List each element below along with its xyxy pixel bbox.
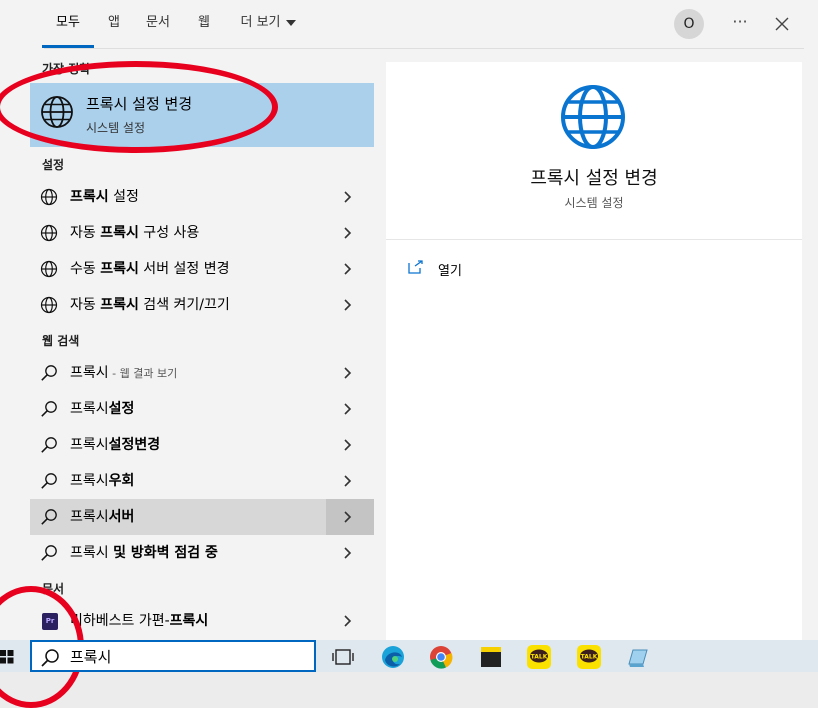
document-item-label: 리하베스트 가편-프록시	[70, 613, 209, 629]
chevron-right-icon	[344, 511, 352, 523]
search-panel: 모두 앱 문서 웹 더 보기 O ··· 가장 정확 프록시 설정 변경 시스템…	[30, 0, 818, 640]
globe-icon	[40, 296, 58, 314]
settings-item-label: 프록시 설정	[70, 189, 139, 205]
chevron-right-icon	[344, 439, 352, 451]
web-search-item[interactable]: 프록시설정	[30, 391, 374, 427]
globe-icon	[40, 224, 58, 242]
best-match-subtitle: 시스템 설정	[86, 121, 146, 135]
chevron-down-icon	[285, 19, 296, 26]
tab-apps[interactable]: 앱	[102, 0, 126, 48]
settings-item-label: 수동 프록시 서버 설정 변경	[70, 261, 230, 277]
documents-heading: 문서	[42, 582, 65, 596]
web-search-item-label: 프록시설정변경	[70, 437, 161, 453]
settings-item-label: 자동 프록시 구성 사용	[70, 225, 200, 241]
edge-icon[interactable]	[380, 644, 406, 670]
web-search-item-label: 프록시설정	[70, 401, 135, 417]
web-search-item[interactable]: 프록시 및 방화벽 점검 중	[30, 535, 374, 571]
chevron-right-icon	[344, 227, 352, 239]
best-match-result[interactable]: 프록시 설정 변경 시스템 설정	[30, 83, 374, 147]
premiere-file-icon: Pr	[42, 613, 58, 630]
taskbar: TALK TALK	[0, 640, 818, 672]
desktop-edge	[0, 0, 30, 640]
chevron-right-icon	[344, 615, 352, 627]
close-icon	[775, 17, 789, 31]
chevron-right-icon	[344, 263, 352, 275]
sticky-notes-icon[interactable]	[478, 644, 504, 670]
close-button[interactable]	[768, 10, 796, 38]
settings-item[interactable]: 수동 프록시 서버 설정 변경	[30, 251, 374, 287]
tab-documents[interactable]: 문서	[140, 0, 176, 48]
tab-all[interactable]: 모두	[42, 0, 94, 48]
nav-divider	[44, 48, 804, 49]
chevron-right-icon	[344, 191, 352, 203]
notepad-icon[interactable]	[624, 644, 650, 670]
svg-text:TALK: TALK	[581, 654, 598, 661]
taskbar-search-box[interactable]	[30, 640, 316, 672]
best-match-title: 프록시 설정 변경	[86, 95, 193, 113]
user-avatar[interactable]: O	[674, 9, 704, 39]
windows-start-icon[interactable]	[0, 650, 14, 664]
best-match-heading: 가장 정확	[42, 62, 91, 76]
web-search-item-label: 프록시서버	[70, 509, 135, 525]
globe-icon	[41, 96, 73, 128]
more-options-button[interactable]: ···	[725, 10, 755, 38]
search-icon	[41, 437, 57, 453]
settings-item[interactable]: 프록시 설정	[30, 179, 374, 215]
web-search-item[interactable]: 프록시설정변경	[30, 427, 374, 463]
settings-heading: 설정	[42, 158, 65, 172]
tab-more-label: 더 보기	[240, 15, 281, 30]
preview-title: 프록시 설정 변경	[530, 168, 658, 189]
tab-web[interactable]: 웹	[192, 0, 216, 48]
web-search-item[interactable]: 프록시서버	[30, 499, 374, 535]
search-icon	[41, 545, 57, 561]
chevron-right-icon	[344, 475, 352, 487]
svg-text:TALK: TALK	[531, 654, 548, 661]
chrome-icon[interactable]	[428, 644, 454, 670]
web-search-item-label: 프록시 및 방화벽 점검 중	[70, 545, 218, 561]
search-icon	[41, 365, 57, 381]
top-navigation: 모두 앱 문서 웹 더 보기 O ···	[30, 0, 818, 48]
tab-more[interactable]: 더 보기	[236, 0, 300, 48]
chevron-right-icon	[344, 299, 352, 311]
web-search-item-label: 프록시우회	[70, 473, 135, 489]
preview-subtitle: 시스템 설정	[564, 196, 624, 210]
open-label: 열기	[438, 264, 462, 279]
globe-icon	[40, 260, 58, 278]
globe-icon	[561, 85, 625, 149]
settings-item-label: 자동 프록시 검색 켜기/끄기	[70, 297, 230, 313]
open-icon	[408, 260, 423, 274]
preview-divider	[386, 239, 802, 240]
chevron-right-icon	[344, 403, 352, 415]
kakaotalk-icon[interactable]: TALK	[576, 644, 602, 670]
preview-pane: 프록시 설정 변경 시스템 설정 열기	[386, 62, 802, 640]
search-icon	[41, 509, 57, 525]
kakaotalk-icon[interactable]: TALK	[526, 644, 552, 670]
task-view-icon[interactable]	[330, 644, 356, 670]
web-search-heading: 웹 검색	[42, 334, 80, 348]
chevron-right-icon	[344, 547, 352, 559]
web-search-item-label: 프록시 - 웹 결과 보기	[70, 365, 178, 381]
search-icon	[41, 473, 57, 489]
search-icon	[41, 649, 59, 667]
document-item[interactable]: Pr 리하베스트 가편-프록시	[30, 603, 374, 639]
web-search-item[interactable]: 프록시우회	[30, 463, 374, 499]
chevron-right-icon	[344, 367, 352, 379]
web-search-item[interactable]: 프록시 - 웹 결과 보기	[30, 355, 374, 391]
search-input[interactable]	[70, 645, 300, 667]
globe-icon	[40, 188, 58, 206]
settings-item[interactable]: 자동 프록시 구성 사용	[30, 215, 374, 251]
search-icon	[41, 401, 57, 417]
settings-item[interactable]: 자동 프록시 검색 켜기/끄기	[30, 287, 374, 323]
